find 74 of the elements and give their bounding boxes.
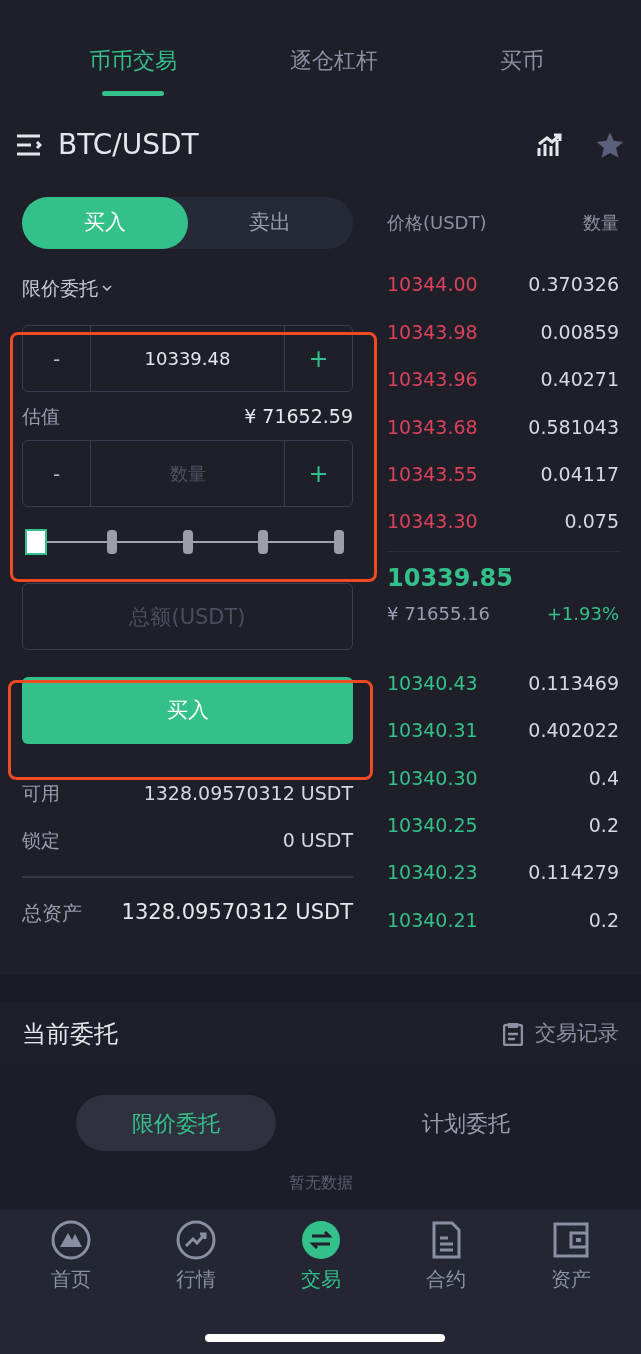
nav-tab[interactable]: 资产 bbox=[525, 1220, 616, 1294]
estimate-value: ¥ 71652.59 bbox=[244, 403, 353, 429]
order-amount: 0.40271 bbox=[540, 367, 619, 393]
nav-tab[interactable]: 交易 bbox=[275, 1220, 366, 1294]
order-price: 10343.68 bbox=[387, 414, 478, 440]
column-header: 价格(USDT) bbox=[387, 210, 487, 235]
order-amount: 0.113469 bbox=[528, 670, 619, 696]
trading-pair: BTC/USDT bbox=[58, 127, 200, 163]
swap-icon bbox=[300, 1220, 341, 1260]
menu-icon[interactable] bbox=[16, 134, 42, 156]
order-price: 10343.55 bbox=[387, 462, 478, 487]
amount-input[interactable]: 数量 bbox=[91, 441, 284, 506]
balance-value: 0 USDT bbox=[282, 828, 353, 854]
order-price: 10343.30 bbox=[387, 509, 478, 535]
plus-button[interactable]: + bbox=[284, 326, 352, 391]
order-tab[interactable]: 限价委托 bbox=[75, 1095, 276, 1151]
total-assets-label: 总资产 bbox=[22, 900, 82, 927]
order-amount: 0.402022 bbox=[528, 718, 619, 744]
minus-button[interactable]: - bbox=[23, 441, 91, 506]
last-price: 10339.85 bbox=[387, 563, 514, 595]
order-amount: 0.581043 bbox=[528, 414, 619, 440]
chevron-icon bbox=[102, 285, 112, 291]
slider-thumb[interactable] bbox=[25, 529, 47, 555]
balance-label: 可用 bbox=[22, 781, 60, 807]
top-tab[interactable]: 买币 bbox=[490, 44, 553, 105]
slider-tick bbox=[182, 530, 193, 554]
balance-label: 锁定 bbox=[22, 828, 60, 854]
nav-tab[interactable]: 首页 bbox=[25, 1220, 116, 1294]
clipboard-icon bbox=[503, 1022, 523, 1046]
order-price: 10343.98 bbox=[387, 319, 478, 345]
order-type-dropdown[interactable]: 限价委托 bbox=[22, 273, 112, 303]
empty-message: 暂无数据 bbox=[288, 1172, 353, 1194]
balance-value: 1328.09570312 USDT bbox=[143, 781, 353, 807]
order-price: 10340.25 bbox=[387, 812, 478, 838]
slider-tick bbox=[106, 530, 117, 554]
order-amount: 0.370326 bbox=[528, 272, 619, 298]
order-amount: 0.114279 bbox=[528, 860, 619, 886]
order-amount: 0.2 bbox=[588, 812, 619, 838]
top-tab[interactable]: 币币交易 bbox=[88, 44, 177, 105]
last-price-cny: ¥ 71655.16 bbox=[387, 602, 491, 627]
order-amount: 0.075 bbox=[564, 509, 619, 535]
mountain-icon bbox=[50, 1220, 91, 1260]
price-value: 10339.48 bbox=[143, 346, 232, 371]
nav-tab[interactable]: 行情 bbox=[150, 1220, 241, 1294]
minus-button[interactable]: - bbox=[23, 326, 91, 391]
order-price: 10340.31 bbox=[387, 718, 478, 744]
order-tab[interactable]: 计划委托 bbox=[365, 1095, 566, 1151]
price-change: +1.93% bbox=[546, 602, 619, 627]
section-title: 当前委托 bbox=[22, 1019, 118, 1050]
order-price: 10343.96 bbox=[387, 367, 478, 393]
order-price: 10344.00 bbox=[387, 272, 478, 298]
total-assets-value: 1328.09570312 USDT bbox=[121, 899, 353, 927]
stepper-field[interactable]: - 数量 + bbox=[22, 440, 353, 507]
side-tab[interactable]: 卖出 bbox=[187, 197, 353, 249]
top-tab[interactable]: 逐仓杠杆 bbox=[289, 44, 378, 105]
order-price: 10340.43 bbox=[387, 670, 478, 696]
order-price: 10340.23 bbox=[387, 860, 478, 886]
slider-tick bbox=[334, 530, 344, 554]
column-header: 数量 bbox=[583, 210, 619, 235]
plus-button[interactable]: + bbox=[284, 441, 352, 506]
order-amount: 0.04117 bbox=[540, 462, 619, 487]
history-link[interactable]: 交易记录 bbox=[503, 1018, 619, 1050]
order-price: 10340.21 bbox=[387, 907, 478, 933]
chart-icon[interactable] bbox=[537, 132, 563, 158]
order-amount: 0.4 bbox=[588, 765, 619, 791]
slider-tick bbox=[258, 530, 269, 554]
estimate-label: 估值 bbox=[22, 403, 60, 429]
star-icon[interactable] bbox=[595, 131, 625, 159]
order-price: 10340.30 bbox=[387, 765, 478, 791]
order-amount: 0.00859 bbox=[540, 319, 619, 345]
nav-tab[interactable]: 合约 bbox=[400, 1220, 491, 1294]
stepper-field[interactable]: - 10339.48 + bbox=[22, 325, 353, 392]
order-amount: 0.2 bbox=[588, 907, 619, 933]
chart-icon bbox=[175, 1220, 216, 1260]
